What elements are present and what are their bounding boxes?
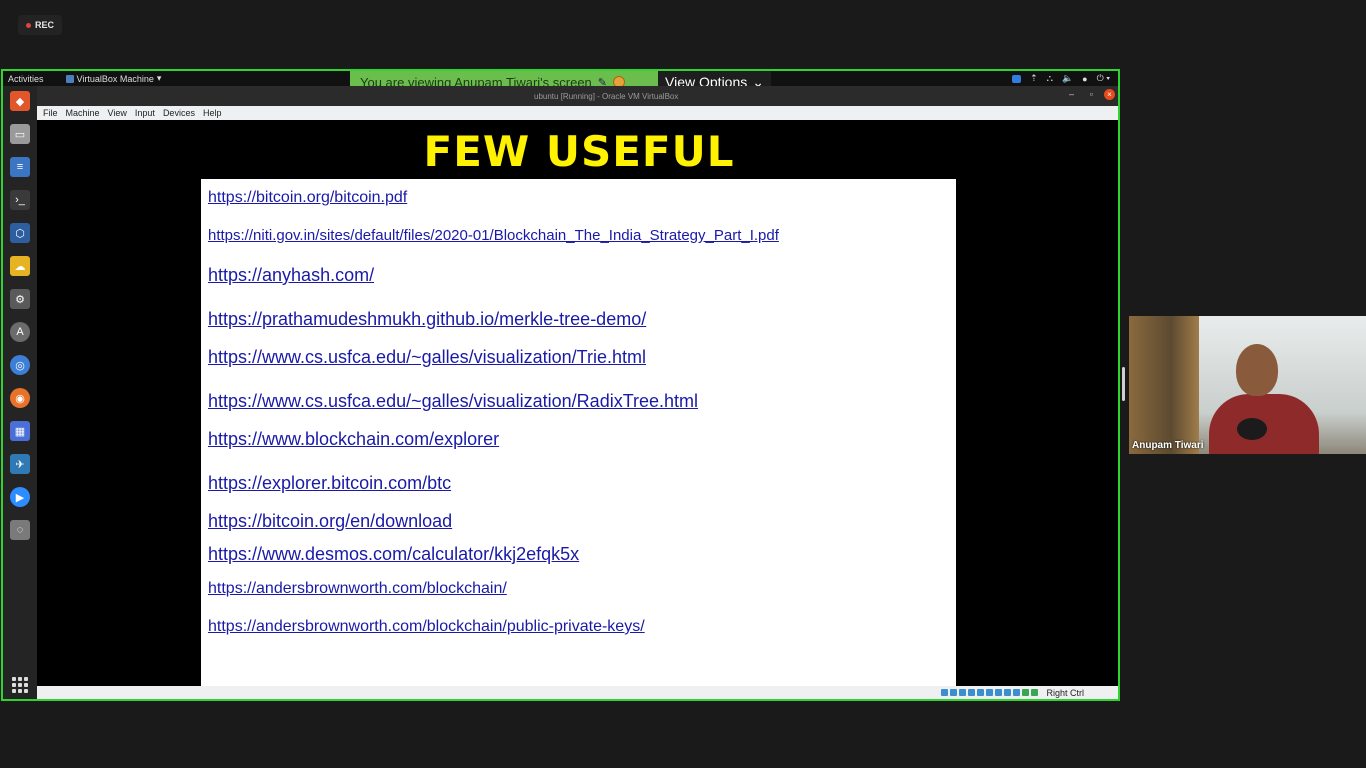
ubuntu-dock: ◆ ▭ ≡ ›_ ⬡ ☁ ⚙ A ◎ ◉ ▦ ✈ ▶ ◌ — [3, 86, 37, 699]
usb-status-icon[interactable] — [977, 689, 985, 696]
volume-icon[interactable]: 🔈 — [1062, 73, 1073, 84]
menu-file[interactable]: File — [43, 108, 58, 118]
menu-view[interactable]: View — [108, 108, 127, 118]
headset-icon — [1237, 418, 1267, 440]
chromium-icon[interactable]: ◎ — [10, 355, 30, 375]
disk-icon[interactable]: ◌ — [10, 520, 30, 540]
weather-icon[interactable]: ☁ — [10, 256, 30, 276]
recording-indicator[interactable]: REC — [18, 15, 62, 35]
network-icon[interactable]: ⛬ — [1047, 73, 1053, 84]
participant-name: Anupam Tiwari — [1132, 440, 1204, 451]
mouse-integration-icon[interactable] — [1022, 689, 1030, 696]
optical-status-icon[interactable] — [950, 689, 958, 696]
links-panel: https://bitcoin.org/bitcoin.pdf https://… — [201, 179, 956, 686]
draw-icon[interactable]: ✈ — [10, 454, 30, 474]
panel-resize-handle[interactable] — [1122, 367, 1125, 401]
accessibility-icon[interactable]: ⇡ — [1030, 73, 1038, 84]
recording-status-icon[interactable] — [1004, 689, 1012, 696]
link-bitcoin-pdf[interactable]: https://bitcoin.org/bitcoin.pdf — [208, 189, 407, 207]
software-store-icon[interactable]: A — [10, 322, 30, 342]
menu-input[interactable]: Input — [135, 108, 155, 118]
guest-screen: FEW USEFUL LINKS https://bitcoin.org/bit… — [37, 120, 1118, 686]
screenshot-icon[interactable]: ▦ — [10, 421, 30, 441]
virtualbox-statusbar: Right Ctrl — [37, 686, 1118, 699]
link-anyhash[interactable]: https://anyhash.com/ — [208, 265, 374, 286]
virtualbox-small-icon — [65, 74, 74, 83]
power-icon[interactable]: ⏻ ▾ — [1097, 73, 1110, 84]
system-tray[interactable]: ⇡ ⛬ 🔈 ● ⏻ ▾ — [1012, 71, 1110, 86]
app-menu-label: VirtualBox Machine — [76, 73, 154, 84]
link-niti-strategy[interactable]: https://niti.gov.in/sites/default/files/… — [208, 227, 779, 244]
vm-window-title: ubuntu [Running] - Oracle VM VirtualBox — [534, 92, 679, 101]
close-icon[interactable]: × — [1104, 89, 1115, 100]
shared-screen: Activities VirtualBox Machine ▾ ⇡ ⛬ 🔈 ● … — [1, 69, 1120, 701]
virtualbox-menubar: File Machine View Input Devices Help — [37, 106, 1118, 120]
menu-devices[interactable]: Devices — [163, 108, 195, 118]
show-applications-icon[interactable] — [12, 677, 28, 693]
cpu-status-icon[interactable] — [1013, 689, 1021, 696]
text-editor-icon[interactable]: ≡ — [10, 157, 30, 177]
firefox-icon[interactable]: ◉ — [10, 388, 30, 408]
zoom-tray-icon[interactable] — [1012, 74, 1022, 83]
hdd-status-icon[interactable] — [941, 689, 949, 696]
shared-folders-icon[interactable] — [986, 689, 994, 696]
link-bitcoin-explorer[interactable]: https://explorer.bitcoin.com/btc — [208, 473, 451, 494]
menu-machine[interactable]: Machine — [66, 108, 100, 118]
microphone-icon[interactable]: ● — [1082, 74, 1087, 84]
virtualbox-icon[interactable]: ⬡ — [10, 223, 30, 243]
link-desmos-calculator[interactable]: https://www.desmos.com/calculator/kkj2ef… — [208, 544, 579, 565]
host-key-label: Right Ctrl — [1046, 687, 1084, 698]
link-merkle-tree-demo[interactable]: https://prathamudeshmukh.github.io/merkl… — [208, 309, 646, 330]
curtain-background — [1129, 316, 1199, 454]
activities-button[interactable]: Activities — [8, 74, 44, 84]
audio-status-icon[interactable] — [959, 689, 967, 696]
vm-window-titlebar[interactable]: ubuntu [Running] - Oracle VM VirtualBox … — [37, 86, 1118, 106]
link-blockchain-explorer[interactable]: https://www.blockchain.com/explorer — [208, 429, 499, 450]
brave-browser-icon[interactable]: ◆ — [10, 91, 30, 111]
settings-icon[interactable]: ⚙ — [10, 289, 30, 309]
terminal-icon[interactable]: ›_ — [10, 190, 30, 210]
display-status-icon[interactable] — [995, 689, 1003, 696]
recording-label: REC — [34, 20, 54, 30]
participant-video[interactable]: Anupam Tiwari — [1129, 316, 1366, 454]
network-status-icon[interactable] — [968, 689, 976, 696]
keyboard-status-icon[interactable] — [1031, 689, 1039, 696]
participant-head — [1236, 344, 1278, 396]
link-radixtree-visualization[interactable]: https://www.cs.usfca.edu/~galles/visuali… — [208, 391, 698, 412]
link-trie-visualization[interactable]: https://www.cs.usfca.edu/~galles/visuali… — [208, 347, 646, 368]
caret-down-icon: ▾ — [156, 73, 162, 83]
link-bitcoin-download[interactable]: https://bitcoin.org/en/download — [208, 511, 452, 532]
link-public-private-keys[interactable]: https://andersbrownworth.com/blockchain/… — [208, 618, 645, 636]
menu-help[interactable]: Help — [203, 108, 222, 118]
files-icon[interactable]: ▭ — [10, 124, 30, 144]
restore-icon[interactable]: ▫ — [1090, 89, 1093, 99]
app-menu[interactable]: VirtualBox Machine ▾ — [65, 73, 162, 84]
minimize-icon[interactable]: – — [1069, 89, 1074, 99]
zoom-icon[interactable]: ▶ — [10, 487, 30, 507]
link-andersbrownworth-blockchain[interactable]: https://andersbrownworth.com/blockchain/ — [208, 580, 507, 598]
record-dot-icon — [25, 22, 31, 28]
